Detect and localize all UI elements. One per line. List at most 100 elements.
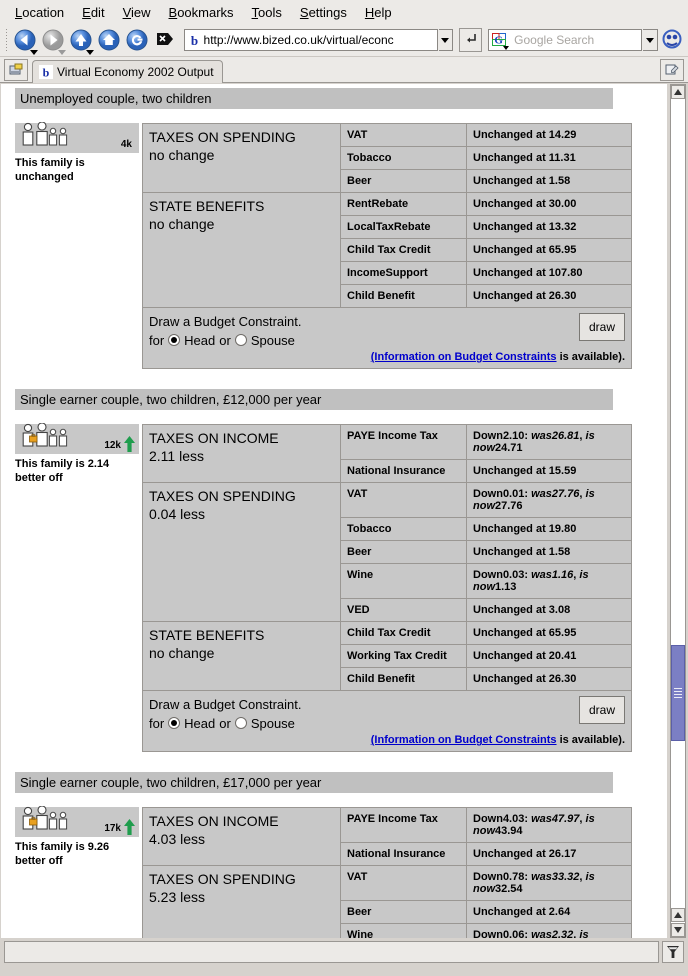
budget-constraints-info-link[interactable]: (Information on Budget Constraints <box>371 351 557 363</box>
scrollbar-thumb[interactable] <box>671 645 685 741</box>
radio-spouse-label: Spouse <box>250 332 295 348</box>
forward-history-caret[interactable] <box>57 50 66 55</box>
google-icon: G <box>492 32 510 50</box>
budget-constraints-info-link[interactable]: (Information on Budget Constraints <box>371 734 557 746</box>
radio-spouse[interactable] <box>234 334 247 347</box>
radio-spouse[interactable] <box>234 717 247 730</box>
item-cell: Child Benefit <box>340 284 467 308</box>
item-cell: PAYE Income Tax <box>340 424 467 461</box>
status-message <box>4 941 659 963</box>
draw-button[interactable]: draw <box>579 696 625 725</box>
family-icon-box: 4k <box>15 121 139 153</box>
bized-favicon: b <box>186 32 202 48</box>
category-title: STATE BENEFITS <box>149 198 265 214</box>
filter-icon[interactable] <box>662 941 684 963</box>
budget-for-label: for <box>149 332 165 348</box>
konqueror-logo-button[interactable] <box>661 28 684 52</box>
go-enter-icon <box>464 32 478 49</box>
budget-or-label: or <box>219 715 231 731</box>
address-history-dropdown[interactable] <box>438 29 453 51</box>
category-subtitle: 0.04 less <box>149 505 206 522</box>
budget-constraint-cell: Draw a Budget Constraint. for Head or Spouse… <box>142 306 632 370</box>
menu-view[interactable]: View <box>114 2 160 23</box>
radio-head[interactable] <box>168 334 181 347</box>
category-subtitle: no change <box>149 146 215 163</box>
category-title: TAXES ON SPENDING <box>149 488 296 505</box>
chevron-down-icon <box>646 37 655 43</box>
forward-button[interactable] <box>40 26 67 55</box>
page-viewport: Unemployed couple, two children 4k This fa… <box>1 84 667 938</box>
table-row: TAXES ON INCOME 2.11 less PAYE Income Tax D… <box>142 424 632 484</box>
reload-button[interactable] <box>124 26 151 54</box>
up-button[interactable] <box>68 26 95 55</box>
category-cell: TAXES ON SPENDING no change <box>142 123 341 193</box>
category-cell: TAXES ON INCOME 4.03 less <box>142 807 341 867</box>
search-engine-dropdown[interactable] <box>643 29 658 51</box>
category-cell: STATE BENEFITS no change <box>142 192 341 308</box>
svg-text:b: b <box>190 33 197 48</box>
page-content: Unemployed couple, two children 4k This fa… <box>1 88 667 938</box>
draw-button[interactable]: draw <box>579 313 625 341</box>
radio-head-label: Head <box>184 715 216 731</box>
category-title: STATE BENEFITS <box>149 627 265 644</box>
family-detail-table: TAXES ON INCOME 4.03 less PAYE Income Tax D… <box>142 807 632 938</box>
radio-head[interactable] <box>168 717 181 730</box>
value-cell: Unchanged at 65.95 <box>466 621 632 646</box>
status-bar <box>0 939 688 965</box>
family-single-earner-icon <box>19 422 79 452</box>
home-button[interactable] <box>96 26 123 54</box>
value-cell: Unchanged at 26.30 <box>466 284 632 308</box>
category-subtitle: no change <box>149 215 215 232</box>
family-icon-box: 17k <box>15 805 139 838</box>
item-cell: National Insurance <box>340 459 467 484</box>
family-income-label: 17k <box>104 823 121 835</box>
forward-icon <box>42 29 64 51</box>
table-row: STATE BENEFITS no change Child Tax Credit U… <box>142 621 632 692</box>
category-cell: STATE BENEFITS no change <box>142 621 341 692</box>
back-button[interactable] <box>12 26 39 55</box>
vertical-scrollbar[interactable] <box>670 84 686 938</box>
up-history-caret[interactable] <box>85 50 94 55</box>
menu-location[interactable]: Location <box>6 2 73 23</box>
menu-bookmarks[interactable]: Bookmarks <box>160 2 243 23</box>
item-cell: Tobacco <box>340 517 467 542</box>
search-bar[interactable]: G Google Search <box>488 29 643 51</box>
family-status-text: This family is 9.26 better off <box>15 841 110 867</box>
menu-settings[interactable]: Settings <box>291 2 356 23</box>
family-status-text: This family is 2.14 better off <box>15 458 110 484</box>
back-history-caret[interactable] <box>29 50 38 55</box>
menu-help[interactable]: Help <box>356 2 401 23</box>
navigation-toolbar: b http://www.bized.co.uk/virtual/econc G… <box>0 24 688 57</box>
item-cell: VAT <box>340 123 467 147</box>
category-subtitle: 5.23 less <box>149 888 206 905</box>
table-row: TAXES ON SPENDING no change VAT Unchanged a… <box>142 123 632 193</box>
value-cell: Unchanged at 19.80 <box>466 517 632 542</box>
address-bar[interactable]: b http://www.bized.co.uk/virtual/econc <box>183 29 438 51</box>
scroll-up-button[interactable] <box>671 85 685 99</box>
item-cell: VED <box>340 598 467 623</box>
item-cell: Wine <box>340 923 467 938</box>
value-cell: Unchanged at 20.41 <box>466 644 632 669</box>
tab-virtual-economy-2002-output[interactable]: b Virtual Economy 2002 Output <box>32 60 223 83</box>
menu-edit[interactable]: Edit <box>73 2 113 23</box>
scrollbar-grip <box>674 688 682 698</box>
address-bar-text: http://www.bized.co.uk/virtual/econc <box>203 33 394 47</box>
family-summary: 12k This family is 2.14 better off <box>1 422 139 752</box>
family-income-label: 12k <box>104 440 121 452</box>
item-cell: RentRebate <box>340 192 467 216</box>
value-cell: Down0.01: was27.76, is now27.76 <box>466 482 632 519</box>
item-cell: Tobacco <box>340 146 467 170</box>
stop-button[interactable] <box>152 26 179 54</box>
value-cell: Unchanged at 1.58 <box>466 169 632 193</box>
new-tab-icon[interactable] <box>660 59 684 81</box>
family-unemployed-icon <box>19 121 79 151</box>
scroll-down-button[interactable] <box>671 923 685 937</box>
tab-list-icon[interactable] <box>4 59 28 81</box>
go-button[interactable] <box>459 28 483 52</box>
scroll-up-button-bottom[interactable] <box>671 908 685 922</box>
value-cell: Unchanged at 14.29 <box>466 123 632 147</box>
toolbar-grip[interactable] <box>4 29 9 51</box>
value-cell: Unchanged at 65.95 <box>466 238 632 262</box>
menu-tools[interactable]: Tools <box>243 2 291 23</box>
stop-icon <box>156 31 174 50</box>
